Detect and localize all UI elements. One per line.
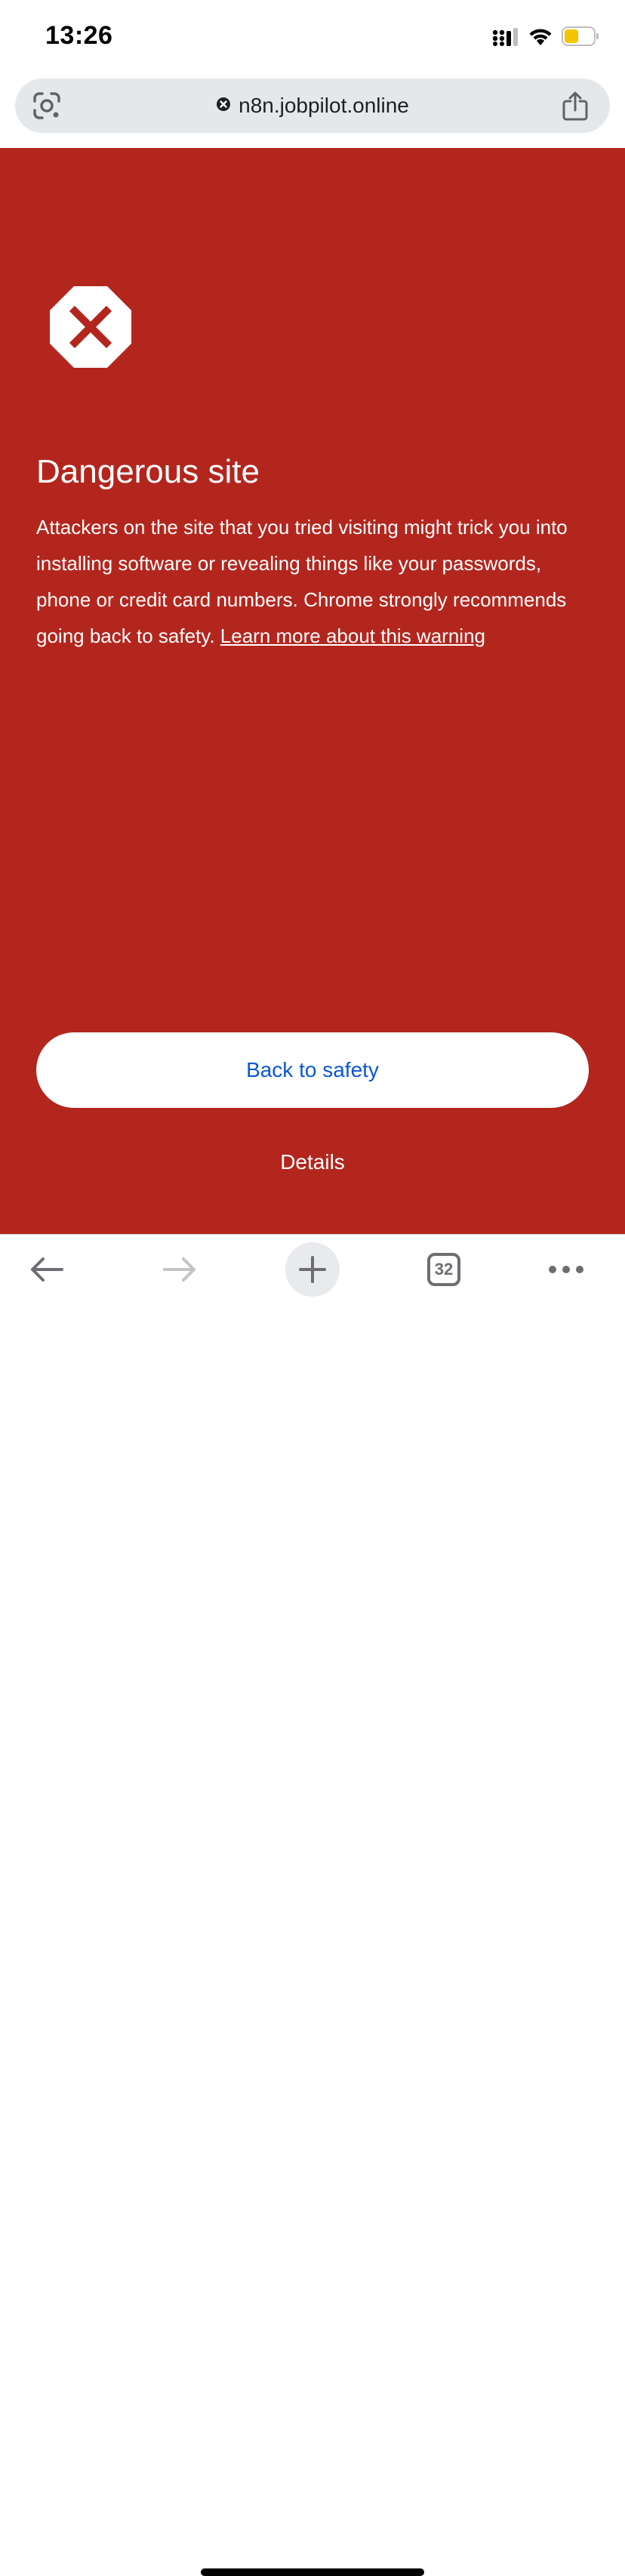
status-icons	[492, 26, 599, 50]
page-title: Dangerous site	[36, 453, 260, 490]
dangerous-site-interstitial: Dangerous site Attackers on the site tha…	[0, 148, 625, 1234]
dangerous-octagon-icon	[50, 286, 131, 368]
new-tab-plus-icon[interactable]	[285, 1242, 340, 1297]
status-time: 13:26	[45, 21, 113, 50]
more-dots-icon[interactable]	[539, 1242, 593, 1297]
back-to-safety-button[interactable]: Back to safety	[36, 1032, 589, 1108]
dangerous-site-icon	[216, 97, 231, 116]
back-arrow-icon[interactable]	[20, 1242, 74, 1297]
url-bar[interactable]: n8n.jobpilot.online	[15, 79, 610, 133]
battery-icon	[562, 26, 599, 50]
cellular-signal-icon	[492, 26, 519, 50]
home-indicator	[201, 2568, 424, 2576]
share-icon[interactable]	[560, 91, 590, 121]
tab-count: 32	[427, 1253, 460, 1286]
forward-arrow-icon[interactable]	[152, 1242, 207, 1297]
google-lens-icon[interactable]	[32, 91, 62, 121]
learn-more-link[interactable]: Learn more about this warning	[220, 625, 485, 647]
warning-description: Attackers on the site that you tried vis…	[36, 509, 589, 654]
bottom-toolbar: 32	[0, 1234, 625, 2576]
tab-switcher-icon[interactable]: 32	[417, 1242, 471, 1297]
status-bar: 13:26	[0, 0, 625, 76]
wifi-icon	[528, 26, 553, 50]
details-button[interactable]: Details	[0, 1143, 625, 1181]
url-display: n8n.jobpilot.online	[15, 79, 610, 133]
url-text[interactable]: n8n.jobpilot.online	[239, 94, 409, 118]
